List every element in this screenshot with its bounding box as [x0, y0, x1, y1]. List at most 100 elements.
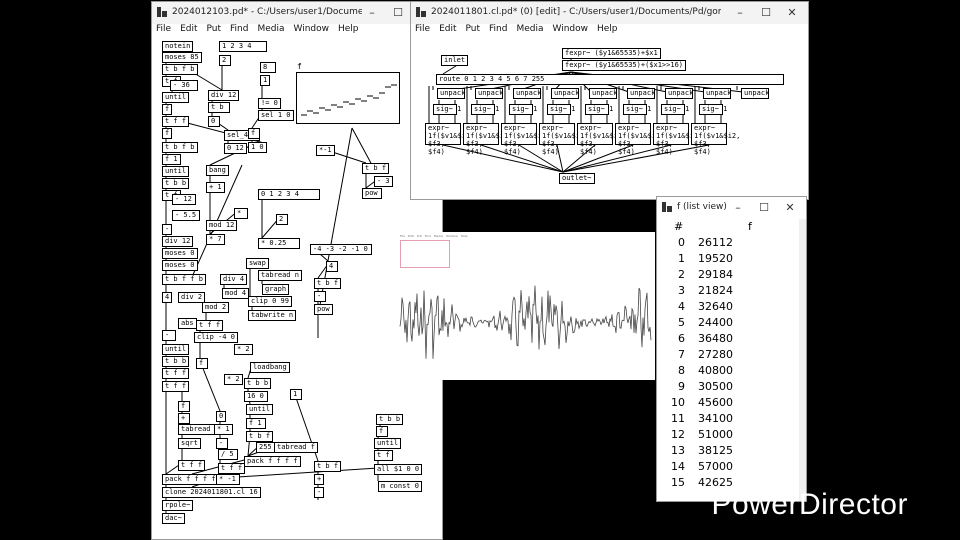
patch-object[interactable]: until — [246, 404, 274, 415]
list-item[interactable]: 1 19520 — [657, 252, 797, 268]
minimize-button[interactable]: – — [359, 5, 385, 21]
patch-object[interactable]: * — [234, 208, 248, 219]
list-item[interactable]: 6 36480 — [657, 332, 797, 348]
patch-object[interactable]: tabread n — [258, 270, 302, 281]
patch-object[interactable]: * 1 — [214, 424, 233, 435]
patch-object[interactable]: clone 2024011801.cl 16 — [162, 487, 261, 498]
list-item[interactable]: 11 34100 — [657, 412, 797, 428]
patch-object[interactable]: t f f — [162, 116, 190, 127]
patch-object[interactable]: + — [314, 474, 325, 485]
list-item[interactable]: 7 27280 — [657, 348, 797, 364]
patch-object[interactable]: f — [178, 401, 190, 412]
patch-object[interactable]: tabwrite n — [248, 310, 297, 321]
patch-object[interactable]: clip 0 99 — [248, 296, 292, 307]
patch-object[interactable]: + — [178, 413, 190, 424]
menu-window[interactable]: Window — [553, 24, 589, 37]
menu-put[interactable]: Put — [466, 24, 481, 37]
title-bar[interactable]: 2024012103.pd* - C:/Users/user1/Document… — [152, 2, 442, 24]
patch-object[interactable]: div 4 — [220, 274, 248, 285]
patch-object[interactable]: until — [162, 344, 190, 355]
patch-object[interactable]: * 0.25 — [258, 238, 300, 249]
unpack-object[interactable]: unpack — [665, 88, 693, 99]
expr-object[interactable]: expr~ 1f($v1&$i2, $f3, $f4) — [653, 123, 702, 156]
patch-object[interactable]: - — [216, 438, 228, 449]
route-object[interactable]: route 0 1 2 3 4 5 6 7 255 — [436, 74, 784, 85]
patch-canvas[interactable]: inlet fexpr~ ($y1&65535)+$x1 fexpr~ ($y1… — [411, 38, 808, 199]
unpack-object[interactable]: unpack — [589, 88, 617, 99]
patch-object[interactable]: all $1 0 0 — [374, 464, 423, 475]
patch-object[interactable]: * 7 — [206, 234, 225, 245]
patch-object[interactable]: pack f f f f — [244, 456, 301, 467]
list-view-window[interactable]: f (list view) – ☐ ✕ # f 0 26112 1 19520 2 291… — [656, 196, 807, 502]
menu-find[interactable]: Find — [425, 234, 431, 238]
outlet-object[interactable]: outlet~ — [559, 173, 595, 184]
abstraction-window[interactable]: 2024011801.cl.pd* (0) [edit] - C:/Users/… — [410, 1, 809, 200]
patch-object[interactable]: * 2 — [224, 374, 243, 385]
inlet-object[interactable]: inlet — [441, 55, 469, 66]
patch-object[interactable]: 1 — [290, 389, 302, 400]
patch-object[interactable]: t b b — [162, 356, 190, 367]
patch-object[interactable]: mod 2 — [202, 302, 230, 313]
menu-help[interactable]: Help — [597, 24, 618, 37]
menu-media[interactable]: Media — [257, 24, 284, 37]
sig-object[interactable]: sig~ 1 — [699, 104, 727, 115]
patch-object[interactable]: clip -4 0 — [194, 332, 238, 343]
patch-object[interactable]: mod 12 — [206, 220, 238, 231]
minimize-button[interactable]: – — [725, 200, 751, 216]
patch-object[interactable]: f — [162, 104, 173, 115]
patch-object[interactable]: t b f — [362, 163, 390, 174]
expr-object[interactable]: expr~ 1f($v1&$i2, $f3, $f4) — [577, 123, 626, 156]
patch-object[interactable]: 0 1 2 3 4 — [258, 189, 320, 200]
patch-object[interactable]: t b b — [162, 178, 190, 189]
sig-object[interactable]: sig~ 1 — [661, 104, 689, 115]
patch-object[interactable]: 2 — [276, 214, 288, 225]
menu-find[interactable]: Find — [230, 24, 248, 37]
patch-object[interactable]: graph — [262, 284, 290, 295]
list-item[interactable]: 13 38125 — [657, 444, 797, 460]
patch-object[interactable]: notein — [162, 41, 194, 52]
graph-array[interactable]: f — [296, 62, 400, 124]
minimize-button[interactable]: – — [727, 5, 753, 21]
list-item[interactable]: 10 45600 — [657, 396, 797, 412]
sig-object[interactable]: sig~ 1 — [471, 104, 499, 115]
sig-object[interactable]: sig~ 1 — [585, 104, 613, 115]
expr-object[interactable]: expr~ 1f($v1&$i2, $f3, $f4) — [615, 123, 664, 156]
patch-object[interactable]: abs — [178, 318, 197, 329]
patch-object[interactable]: dac~ — [162, 513, 185, 524]
patch-object[interactable]: - — [162, 224, 173, 235]
patch-object[interactable]: f — [162, 128, 173, 139]
menu-window[interactable]: Window — [446, 234, 458, 238]
patch-object[interactable]: pow — [314, 304, 333, 315]
title-bar[interactable]: 2024011801.cl.pd* (0) [edit] - C:/Users/… — [411, 2, 808, 24]
patch-object[interactable]: f — [376, 426, 388, 437]
unpack-object[interactable]: unpack — [741, 88, 769, 99]
patch-object[interactable]: sqrt — [178, 438, 201, 449]
patch-object[interactable]: - 12 — [172, 194, 196, 205]
menu-put[interactable]: Put — [207, 24, 222, 37]
patch-object[interactable]: mod 4 — [222, 288, 250, 299]
waveform-window[interactable]: File Edit Put Find Media Window Help — [397, 232, 655, 380]
menu-help[interactable]: Help — [461, 234, 468, 238]
unpack-object[interactable]: unpack — [703, 88, 731, 99]
menu-media[interactable]: Media — [434, 234, 443, 238]
menu-media[interactable]: Media — [516, 24, 543, 37]
patch-object[interactable]: until — [162, 92, 190, 103]
list-item[interactable]: 3 21824 — [657, 284, 797, 300]
fexpr-object[interactable]: fexpr~ ($y1&65535)+($x1>>16) — [562, 60, 687, 71]
unpack-object[interactable]: unpack — [627, 88, 655, 99]
menu-put[interactable]: Put — [417, 234, 422, 238]
list-item[interactable]: 14 57000 — [657, 460, 797, 476]
menu-edit[interactable]: Edit — [180, 24, 197, 37]
patch-object[interactable]: t b f — [246, 431, 274, 442]
patch-object[interactable]: - — [314, 291, 326, 302]
menu-help[interactable]: Help — [338, 24, 359, 37]
patch-object[interactable]: 0 12 — [224, 143, 247, 154]
list-item[interactable]: 4 32640 — [657, 300, 797, 316]
patch-object[interactable]: rpole~ — [162, 500, 194, 511]
patch-object[interactable]: - 5.5 — [172, 210, 200, 221]
patch-object[interactable]: / 5 — [218, 449, 238, 460]
patch-object[interactable]: moses 0 — [162, 260, 198, 271]
patch-object[interactable]: 1 0 — [248, 142, 267, 153]
close-button[interactable]: ✕ — [777, 200, 803, 216]
patch-object[interactable]: div 12 — [162, 236, 194, 247]
